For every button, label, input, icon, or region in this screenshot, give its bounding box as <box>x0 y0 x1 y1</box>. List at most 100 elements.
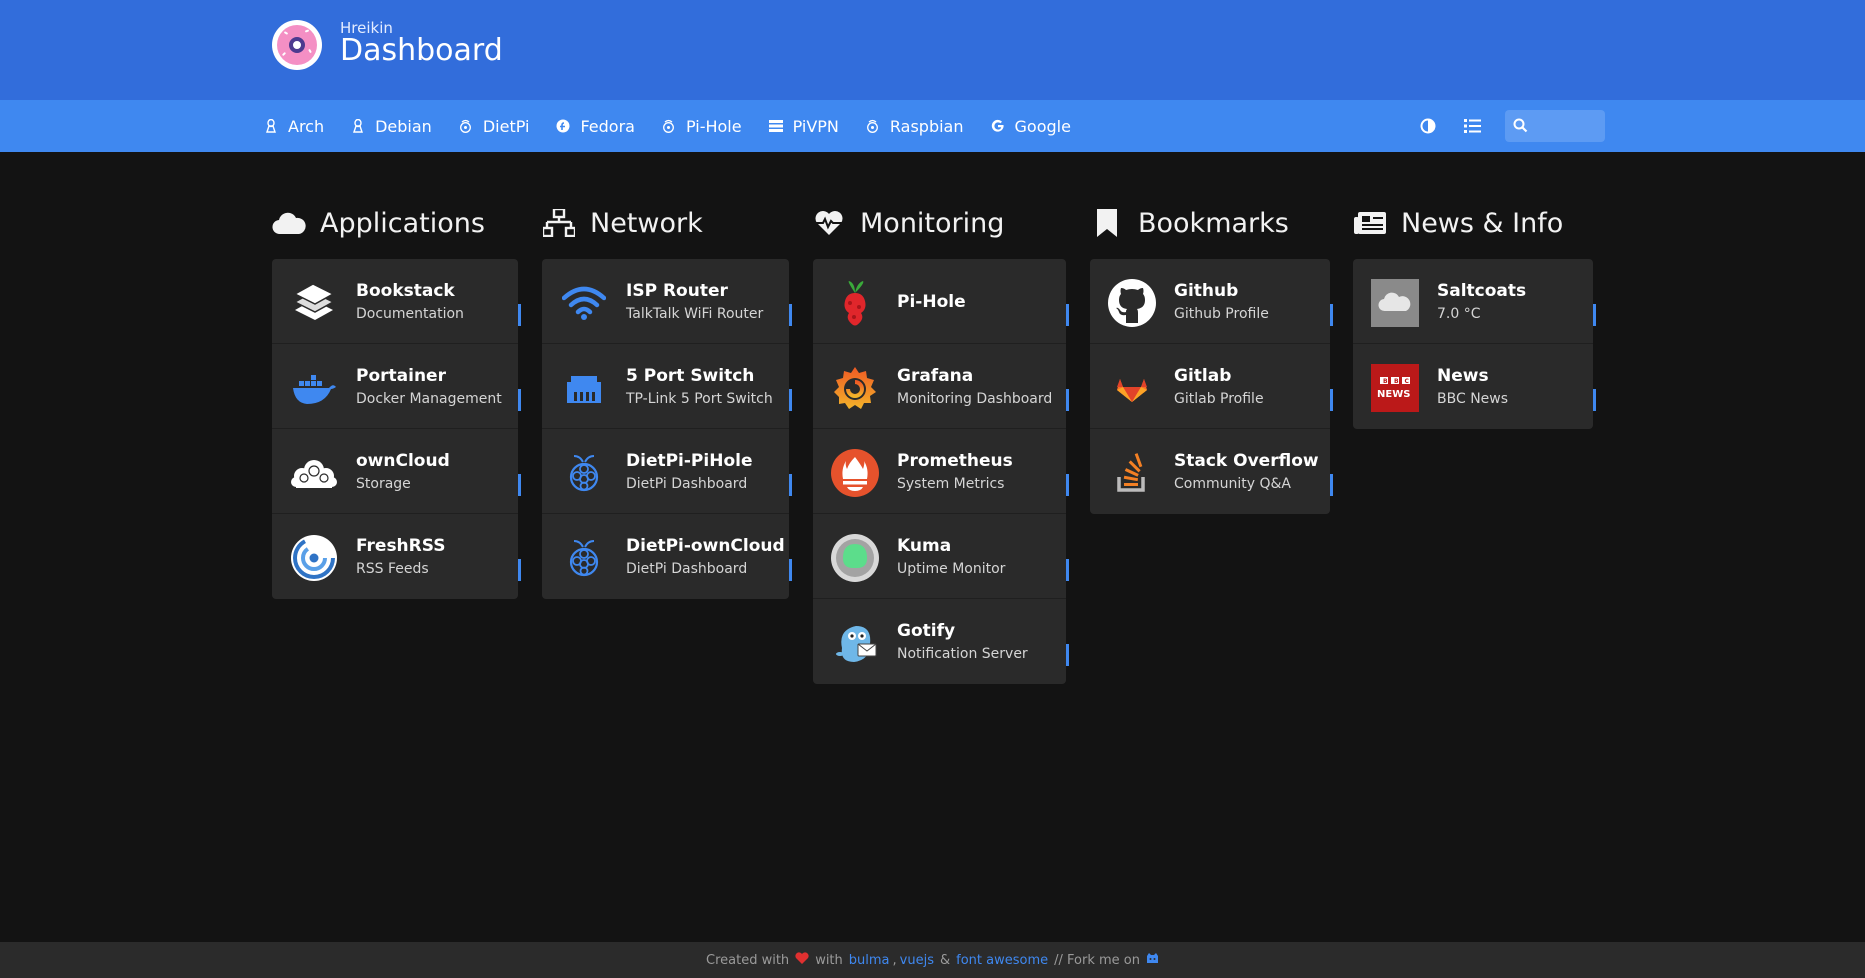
status-marker <box>1066 644 1069 666</box>
nav-link-label: Google <box>1014 116 1071 136</box>
service-card-pi-hole[interactable]: Pi-Hole <box>813 259 1069 344</box>
column-title-label: News & Info <box>1401 207 1564 239</box>
service-subtitle: BBC News <box>1437 391 1509 407</box>
layout-list-icon[interactable] <box>1462 116 1482 136</box>
service-subtitle: Docker Management <box>356 391 502 407</box>
gotify-icon <box>831 619 879 667</box>
service-subtitle: RSS Feeds <box>356 561 429 577</box>
service-name: ISP Router <box>626 281 728 301</box>
service-card-gotify[interactable]: Gotify Notification Server <box>813 599 1069 684</box>
nav-link-dietpi[interactable]: DietPi <box>459 117 529 136</box>
heart-icon <box>795 952 809 968</box>
service-name: Saltcoats <box>1437 281 1527 301</box>
status-marker <box>518 474 521 496</box>
applications-list: Bookstack Documentation Portainer Docker… <box>272 259 521 599</box>
nav-link-raspbian[interactable]: Raspbian <box>866 117 964 136</box>
service-name: Github <box>1174 281 1239 301</box>
service-card-dietpi-owncloud[interactable]: DietPi-ownCloud DietPi Dashboard <box>542 514 792 599</box>
news-card-bbc[interactable]: B B C NEWS News BBC News <box>1353 344 1596 429</box>
service-subtitle: Github Profile <box>1174 306 1269 322</box>
fedora-icon <box>556 119 570 133</box>
pihole-icon <box>831 279 879 327</box>
service-card-prometheus[interactable]: Prometheus System Metrics <box>813 429 1069 514</box>
search-input[interactable] <box>1533 114 1599 138</box>
service-card-grafana[interactable]: Grafana Monitoring Dashboard <box>813 344 1069 429</box>
stackoverflow-icon <box>1108 449 1156 497</box>
service-card-freshrss[interactable]: FreshRSS RSS Feeds <box>272 514 521 599</box>
weather-card-saltcoats[interactable]: Saltcoats 7.0 °C <box>1353 259 1596 344</box>
service-subtitle: TalkTalk WiFi Router <box>626 306 764 322</box>
nav-link-debian[interactable]: Debian <box>351 117 432 136</box>
column-title-news: News & Info <box>1353 203 1563 243</box>
search-icon <box>1513 118 1528 137</box>
footer-link-font-awesome[interactable]: font awesome <box>956 953 1048 968</box>
footer-link-bulma[interactable]: bulma <box>849 953 890 968</box>
service-name: Gotify <box>897 621 956 641</box>
status-marker <box>518 389 521 411</box>
weather-cloud-icon <box>1371 279 1419 327</box>
svg-text:B: B <box>1383 378 1388 385</box>
service-subtitle: Monitoring Dashboard <box>897 391 1053 407</box>
service-card-github[interactable]: Github Github Profile <box>1090 259 1333 344</box>
service-name: FreshRSS <box>356 536 446 556</box>
service-card-stack-overflow[interactable]: Stack Overflow Community Q&A <box>1090 429 1333 514</box>
monitoring-list: Pi-Hole Grafana Monitoring Dashboard Pro… <box>813 259 1069 684</box>
cloud-icon <box>272 208 306 238</box>
service-card-dietpi-pihole[interactable]: DietPi-PiHole DietPi Dashboard <box>542 429 792 514</box>
service-subtitle: Storage <box>356 476 411 492</box>
status-marker <box>789 389 792 411</box>
kuma-icon <box>831 534 879 582</box>
theme-toggle-icon[interactable] <box>1418 116 1438 136</box>
service-subtitle: Notification Server <box>897 646 1028 662</box>
service-card-portainer[interactable]: Portainer Docker Management <box>272 344 521 429</box>
service-name: Stack Overflow <box>1174 451 1319 471</box>
owncloud-icon <box>290 449 338 497</box>
wifi-icon <box>560 279 608 327</box>
service-name: ownCloud <box>356 451 450 471</box>
nav-link-arch[interactable]: Arch <box>264 117 324 136</box>
service-name: Kuma <box>897 536 952 556</box>
footer: Created with with bulma, vuejs & font aw… <box>0 942 1865 978</box>
status-marker <box>518 304 521 326</box>
service-name: Grafana <box>897 366 974 386</box>
heartbeat-icon <box>812 208 846 238</box>
service-card-kuma[interactable]: Kuma Uptime Monitor <box>813 514 1069 599</box>
service-name: 5 Port Switch <box>626 366 755 386</box>
column-title-label: Network <box>590 207 703 239</box>
service-subtitle: System Metrics <box>897 476 1005 492</box>
search-box[interactable] <box>1505 110 1605 142</box>
service-card-5-port-switch[interactable]: 5 Port Switch TP-Link 5 Port Switch <box>542 344 792 429</box>
column-title-network: Network <box>542 203 703 243</box>
service-subtitle: Documentation <box>356 306 464 322</box>
column-title-label: Applications <box>320 207 485 239</box>
nav-link-pivpn[interactable]: PiVPN <box>768 116 839 136</box>
prometheus-icon <box>831 449 879 497</box>
nav-link-label: Raspbian <box>889 116 964 136</box>
footer-link-vuejs[interactable]: vuejs <box>900 953 934 968</box>
service-card-isp-router[interactable]: ISP Router TalkTalk WiFi Router <box>542 259 792 344</box>
network-icon <box>542 208 576 238</box>
nav-link-label: PiVPN <box>792 116 839 136</box>
server-icon <box>768 119 783 133</box>
google-icon <box>991 119 1005 133</box>
service-subtitle: DietPi Dashboard <box>626 561 748 577</box>
grafana-icon <box>831 364 879 412</box>
network-list: ISP Router TalkTalk WiFi Router 5 Port S… <box>542 259 792 599</box>
nav-link-fedora[interactable]: Fedora <box>556 117 635 136</box>
nav-link-google[interactable]: Google <box>991 117 1071 136</box>
svg-text:C: C <box>1405 378 1410 385</box>
service-card-bookstack[interactable]: Bookstack Documentation <box>272 259 521 344</box>
github-icon[interactable] <box>1146 952 1159 968</box>
raspberry-pi-icon <box>866 119 880 133</box>
gitlab-icon <box>1108 364 1156 412</box>
newspaper-icon <box>1353 208 1387 238</box>
service-card-gitlab[interactable]: Gitlab Gitlab Profile <box>1090 344 1333 429</box>
service-name: Pi-Hole <box>897 292 966 312</box>
service-card-owncloud[interactable]: ownCloud Storage <box>272 429 521 514</box>
svg-text:NEWS: NEWS <box>1377 389 1410 400</box>
bookstack-icon <box>290 279 338 327</box>
raspberry-pi-icon <box>459 119 473 133</box>
nav-link-label: Pi-Hole <box>685 116 742 136</box>
status-marker <box>1593 389 1596 411</box>
nav-link-pihole[interactable]: Pi-Hole <box>662 117 742 136</box>
